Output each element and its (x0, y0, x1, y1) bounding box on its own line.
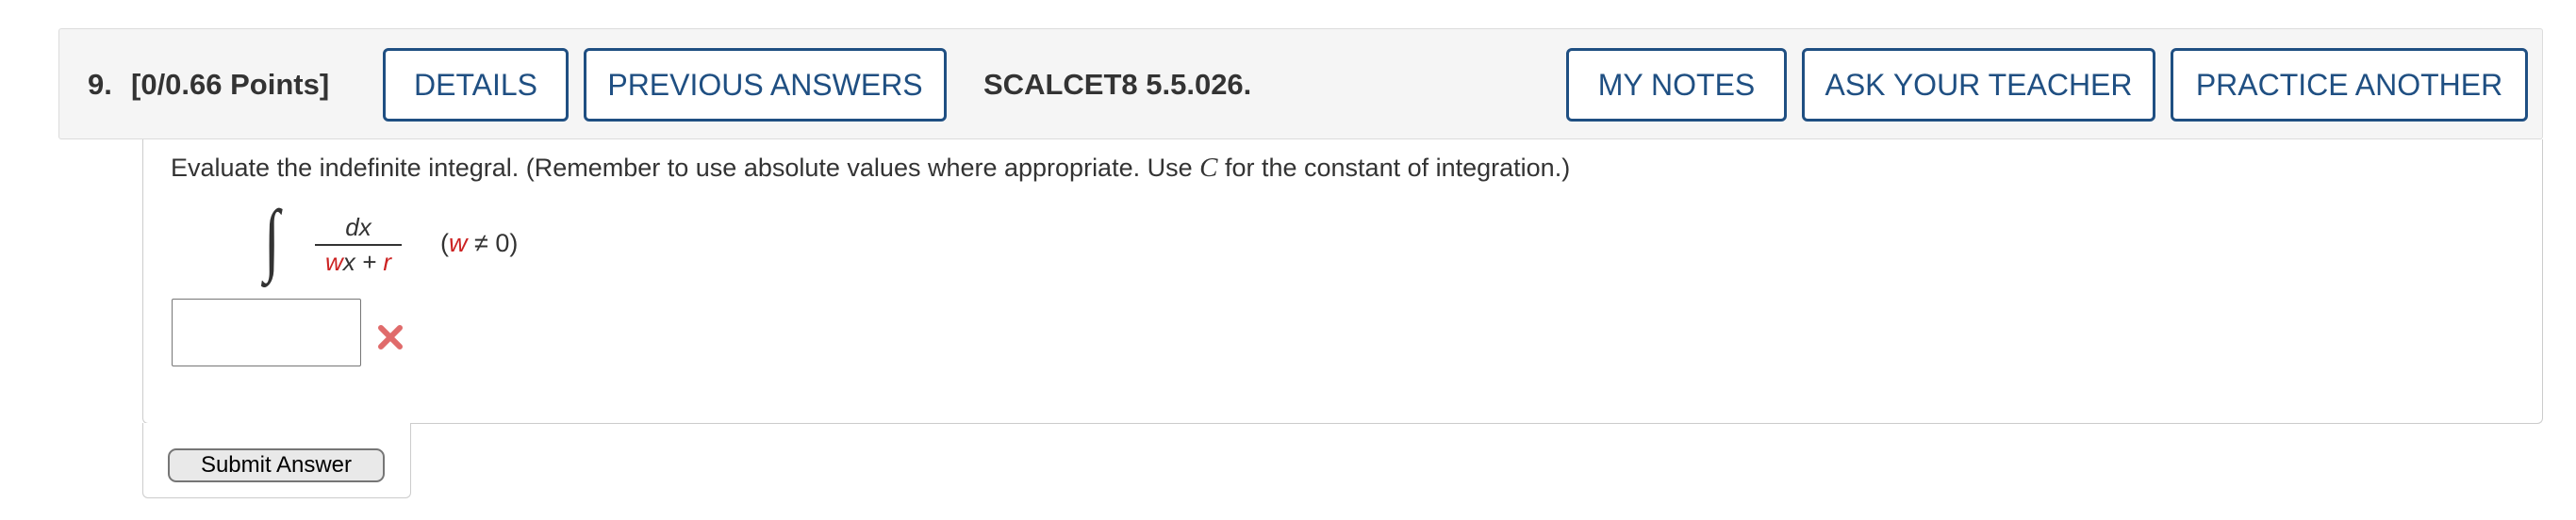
integrand-fraction: dx wx + r (311, 212, 405, 278)
previous-answers-button[interactable]: PREVIOUS ANSWERS (584, 48, 947, 122)
ask-your-teacher-button[interactable]: ASK YOUR TEACHER (1802, 48, 2155, 122)
condition-open: ( (440, 229, 449, 257)
instruction-constant-variable: C (1199, 153, 1218, 183)
submit-area: Submit Answer (142, 423, 411, 498)
condition-rest: ≠ 0) (467, 229, 519, 257)
denominator-x: x + (342, 248, 384, 276)
denominator-w: w (324, 248, 343, 276)
condition-w: w (449, 229, 468, 257)
question-number: 9. (88, 68, 112, 101)
question-instruction: Evaluate the indefinite integral. (Remem… (171, 149, 1570, 187)
denominator-r: r (383, 248, 392, 276)
instruction-text-start: Evaluate the indefinite integral. (Remem… (171, 154, 1200, 182)
submit-answer-button[interactable]: Submit Answer (168, 448, 385, 482)
x-icon (378, 325, 403, 349)
question-header: 9. [0/0.66 Points] DETAILS PREVIOUS ANSW… (58, 28, 2543, 139)
my-notes-button[interactable]: MY NOTES (1566, 48, 1787, 122)
question-points: [0/0.66 Points] (131, 68, 330, 101)
details-button[interactable]: DETAILS (383, 48, 569, 122)
integral-condition: (w ≠ 0) (440, 224, 518, 262)
question-reference: SCALCET8 5.5.026. (983, 68, 1252, 101)
fraction-numerator: dx (345, 213, 372, 241)
instruction-text-end: for the constant of integration.) (1217, 154, 1571, 182)
answer-input[interactable] (172, 299, 361, 366)
integral-sign: ∫ (264, 193, 280, 284)
practice-another-button[interactable]: PRACTICE ANOTHER (2171, 48, 2528, 122)
fraction-denominator: wx + r (311, 246, 405, 278)
question-body: Evaluate the indefinite integral. (Remem… (142, 139, 2543, 424)
